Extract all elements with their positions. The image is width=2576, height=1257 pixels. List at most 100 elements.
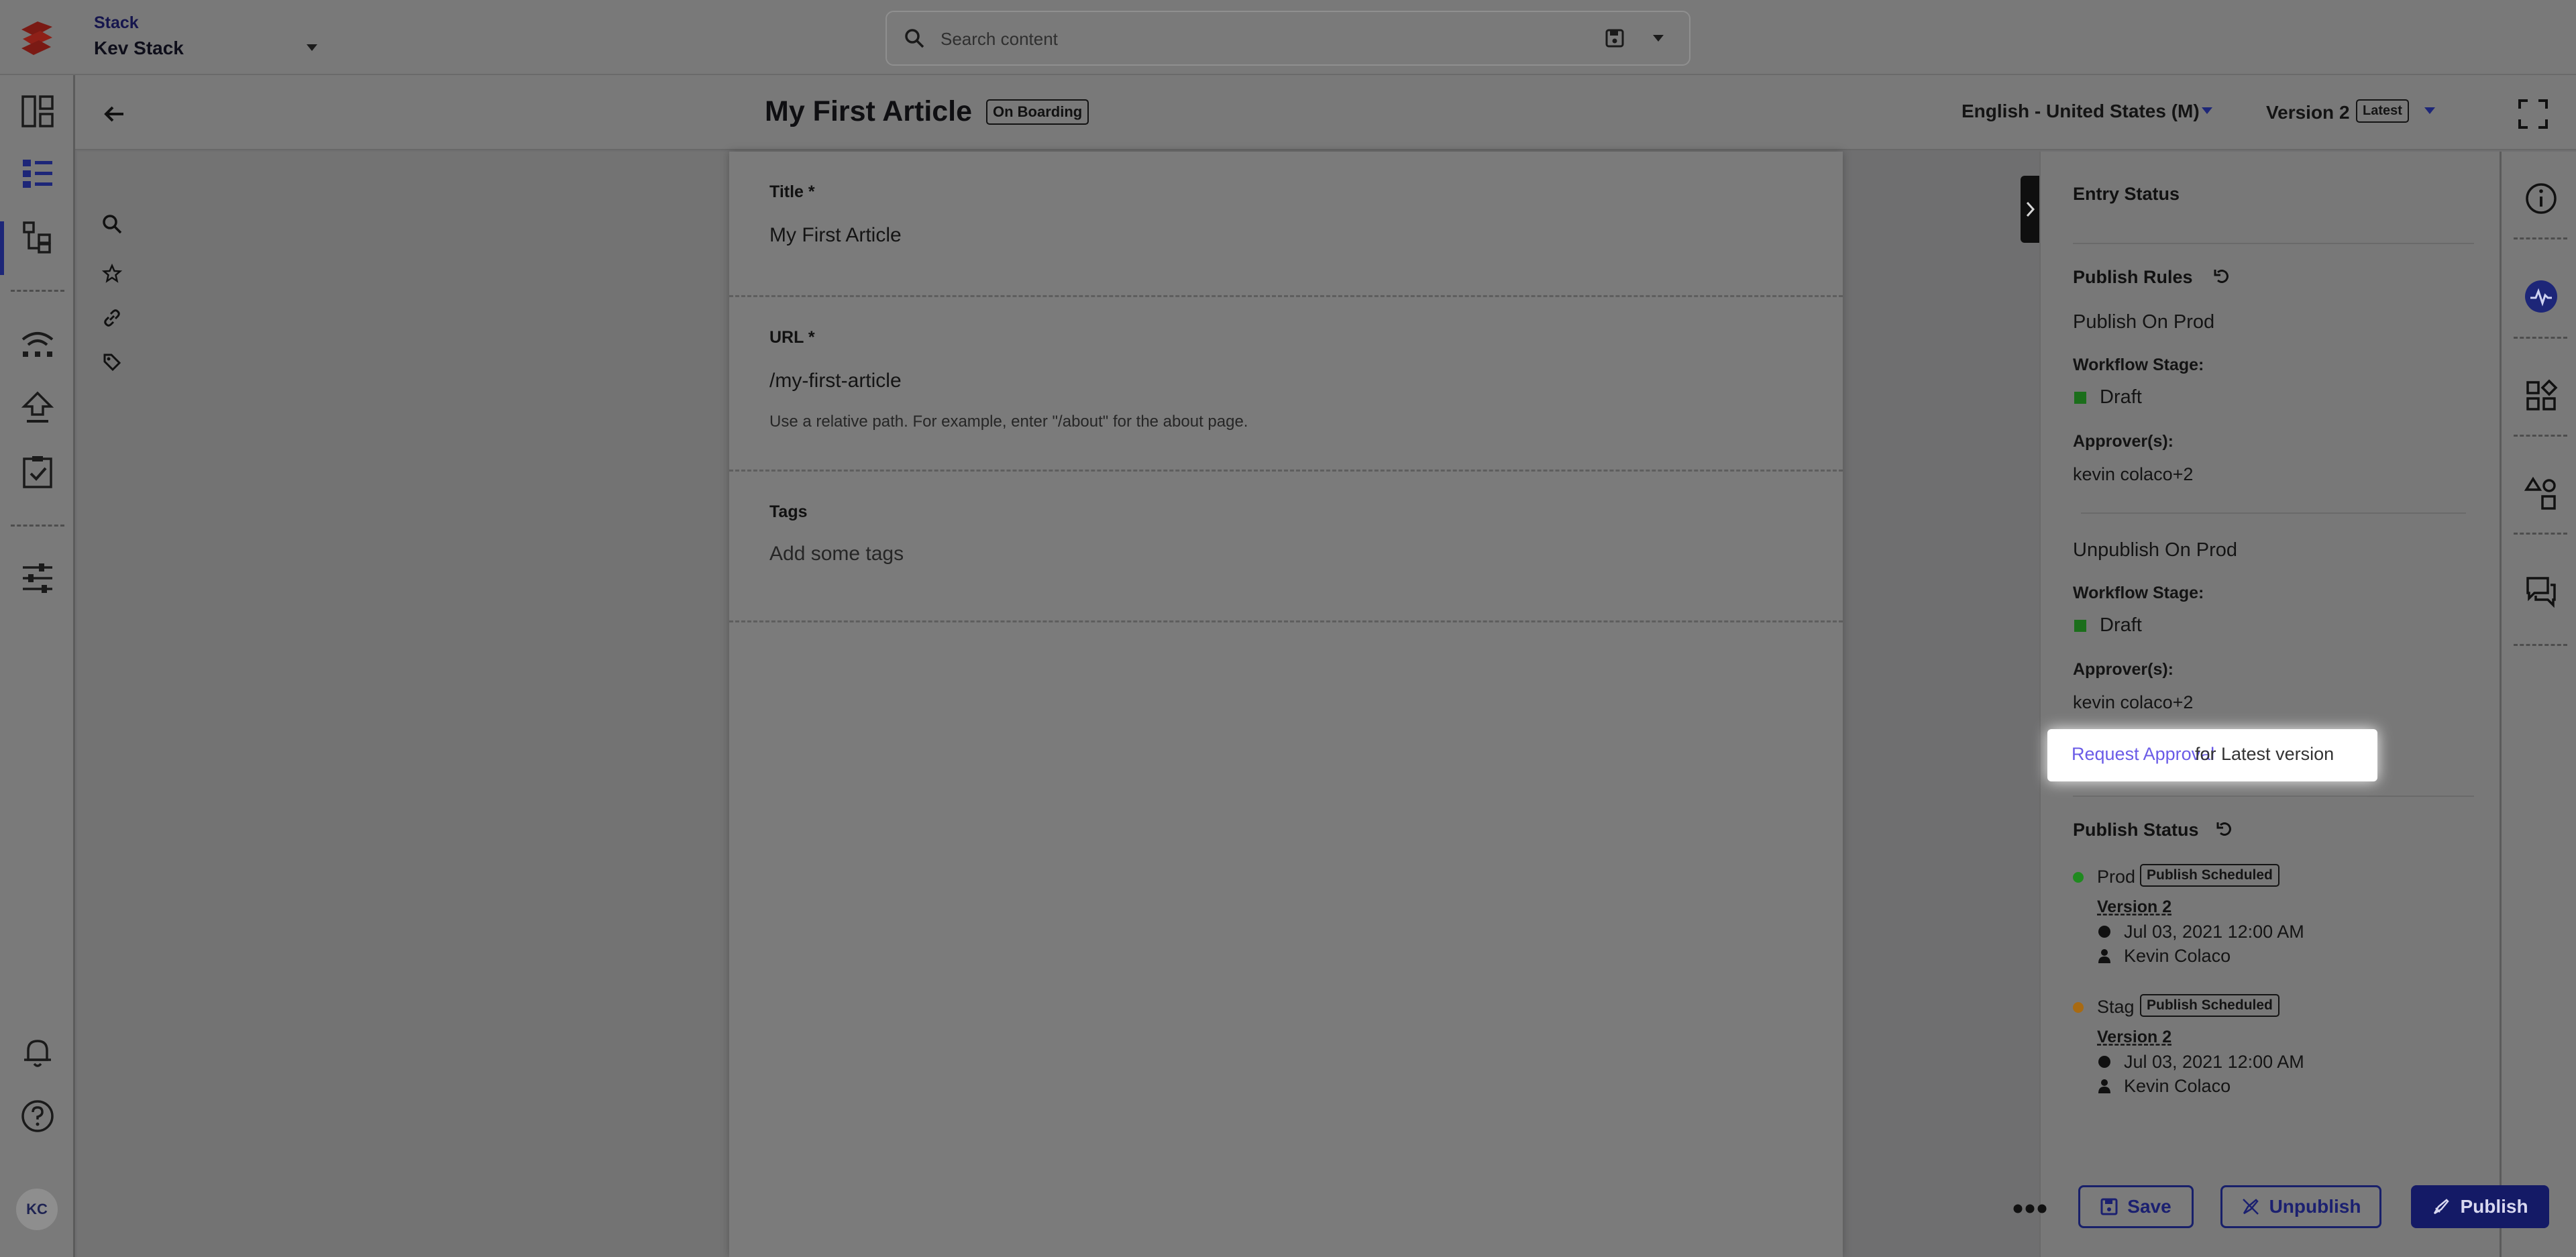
environment-version[interactable]: Version 2	[2097, 897, 2171, 917]
chevron-down-icon[interactable]	[2200, 106, 2214, 115]
request-approval-link[interactable]: Request Approval	[2072, 744, 2214, 765]
request-approval-callout: Request Approval for Latest version	[2047, 729, 2377, 781]
version-badge: Latest	[2356, 99, 2409, 123]
save-label: Save	[2127, 1196, 2171, 1217]
content-models-icon[interactable]	[19, 219, 56, 256]
title-input[interactable]: My First Article	[769, 224, 902, 247]
divider	[2081, 512, 2466, 514]
comments-icon[interactable]	[2524, 574, 2559, 609]
version-selector[interactable]: Version 2	[2266, 102, 2350, 123]
active-nav-marker	[0, 221, 4, 275]
left-nav	[0, 75, 75, 1257]
workflow-stage-value: Draft	[2100, 386, 2142, 408]
search-input[interactable]	[939, 24, 1543, 54]
activity-pulse-icon[interactable]	[2524, 279, 2559, 314]
rule-name: Unpublish On Prod	[2073, 539, 2238, 561]
nav-divider	[11, 290, 64, 292]
entry-editor: Title * My First Article URL * /my-first…	[729, 152, 1843, 1257]
search-icon	[905, 29, 924, 48]
approvers-label: Approver(s):	[2073, 660, 2174, 679]
publish-status-badge: Publish Scheduled	[2140, 864, 2279, 887]
entry-header: My First Article On Boarding English - U…	[75, 75, 2576, 150]
unpublish-icon	[2242, 1199, 2259, 1215]
save-search-icon[interactable]	[1605, 28, 1625, 48]
rail-divider	[2514, 337, 2567, 339]
approvers-label: Approver(s):	[2073, 432, 2174, 451]
stack-selector[interactable]: Kev Stack	[94, 38, 184, 59]
environment-version[interactable]: Version 2	[2097, 1028, 2171, 1047]
divider	[2073, 243, 2474, 244]
scheduled-datetime: Jul 03, 2021 12:00 AM	[2124, 922, 2304, 942]
link-icon[interactable]	[101, 307, 123, 329]
chevron-down-icon[interactable]	[1652, 34, 1665, 43]
unpublish-button[interactable]: Unpublish	[2220, 1185, 2381, 1228]
publish-rocket-icon	[2434, 1199, 2450, 1215]
environment-status-dot	[2073, 1002, 2084, 1013]
fullscreen-icon[interactable]	[2517, 98, 2549, 130]
settings-sliders-icon[interactable]	[19, 559, 56, 597]
scheduled-by-user: Kevin Colaco	[2124, 946, 2231, 966]
scheduled-datetime: Jul 03, 2021 12:00 AM	[2124, 1052, 2304, 1072]
publish-status-heading: Publish Status	[2073, 820, 2199, 840]
rail-divider	[2514, 533, 2567, 535]
info-icon[interactable]	[2524, 181, 2559, 216]
workflow-stage-label: Workflow Stage:	[2073, 584, 2204, 602]
rail-divider	[2514, 237, 2567, 239]
contentstack-logo[interactable]	[15, 16, 59, 60]
dashboard-icon[interactable]	[19, 93, 56, 130]
rail-divider	[2514, 435, 2567, 437]
stage-color-indicator	[2074, 392, 2086, 404]
star-icon[interactable]	[101, 263, 123, 284]
url-input[interactable]: /my-first-article	[769, 370, 902, 392]
locale-selector[interactable]: English - United States (M)	[1962, 101, 2200, 122]
stage-color-indicator	[2074, 620, 2086, 632]
chevron-down-icon[interactable]	[2423, 106, 2436, 115]
field-label: URL *	[769, 328, 815, 347]
field-label: Title *	[769, 182, 815, 201]
help-icon[interactable]	[19, 1097, 56, 1135]
publish-label: Publish	[2460, 1196, 2528, 1217]
save-icon	[2100, 1198, 2118, 1215]
rail-divider	[2514, 644, 2567, 646]
refresh-icon[interactable]	[2212, 267, 2231, 286]
unpublish-label: Unpublish	[2269, 1196, 2361, 1217]
field-label: Tags	[769, 502, 808, 521]
clock-icon	[2098, 1056, 2110, 1068]
deployments-icon[interactable]	[19, 325, 56, 362]
chevron-down-icon[interactable]	[305, 43, 319, 52]
save-button[interactable]: Save	[2078, 1185, 2194, 1228]
entry-status-panel: Entry Status Publish Rules Publish On Pr…	[2039, 152, 2500, 1257]
user-avatar[interactable]: KC	[15, 1187, 59, 1232]
scheduled-by-user: Kevin Colaco	[2124, 1076, 2231, 1096]
search-icon[interactable]	[101, 213, 123, 235]
environment-status-dot	[2073, 872, 2084, 883]
tools-panel	[77, 152, 729, 1257]
more-options-icon[interactable]	[2010, 1195, 2050, 1222]
nav-divider	[11, 525, 64, 527]
tag-icon[interactable]	[101, 351, 123, 373]
top-bar: Stack Kev Stack	[0, 0, 2576, 75]
shapes-icon[interactable]	[2524, 476, 2559, 511]
entries-icon[interactable]	[19, 154, 56, 192]
publish-queue-icon[interactable]	[19, 389, 56, 427]
publish-rules-heading: Publish Rules	[2073, 267, 2193, 287]
notifications-bell-icon[interactable]	[19, 1033, 56, 1071]
user-icon	[2098, 1079, 2110, 1093]
approvers-value: kevin colaco+2	[2073, 464, 2194, 484]
search-bar[interactable]	[885, 11, 1690, 66]
entry-status-heading: Entry Status	[2073, 184, 2180, 204]
user-icon	[2098, 949, 2110, 963]
refresh-icon[interactable]	[2215, 820, 2234, 838]
environment-name: Prod	[2097, 867, 2136, 887]
back-arrow-icon[interactable]	[99, 99, 129, 129]
collapse-panel-chevron-icon[interactable]	[2021, 176, 2041, 243]
extensions-icon[interactable]	[2524, 378, 2559, 413]
right-rail	[2500, 152, 2576, 1257]
title-field: Title * My First Article	[729, 152, 1843, 297]
url-field: URL * /my-first-article Use a relative p…	[729, 297, 1843, 472]
approvers-value: kevin colaco+2	[2073, 692, 2194, 712]
tasks-icon[interactable]	[19, 453, 56, 491]
publish-button[interactable]: Publish	[2411, 1185, 2549, 1228]
field-help-text: Use a relative path. For example, enter …	[769, 413, 1248, 431]
tags-input[interactable]: Add some tags	[769, 543, 904, 565]
